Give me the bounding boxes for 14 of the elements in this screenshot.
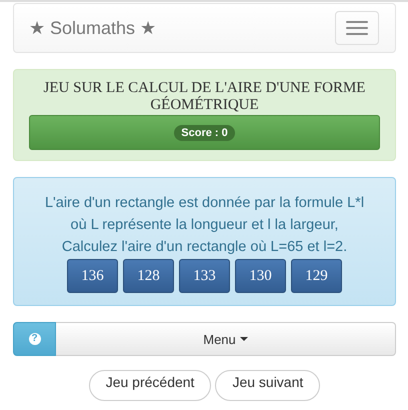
caret-icon [240,337,248,341]
answer-button[interactable]: 133 [179,259,230,293]
score-badge: Score : 0 [174,124,235,140]
answer-button[interactable]: 136 [67,259,118,293]
answer-button[interactable]: 128 [123,259,174,293]
question-text: L'aire d'un rectangle est donnée par la formule L*l où L représente la longueur et l la largeur, Calculez l'aire d'un rectangle où L=65 et l=2. [44,194,365,257]
nav-button[interactable]: Jeu précédent [88,370,212,401]
menu-button[interactable] [335,11,379,45]
answer-button[interactable]: 129 [291,259,342,293]
nav-button[interactable]: Jeu suivant [215,370,320,401]
brand-logo[interactable]: ★ Solumaths ★ [29,17,156,39]
menu-dropdown[interactable]: Menu [56,322,396,356]
answer-button[interactable]: 130 [235,259,286,293]
game-title: JEU SUR LE CALCUL DE L'AIRE D'UNE FORME GÉOMÉTRIQUE [42,80,366,113]
